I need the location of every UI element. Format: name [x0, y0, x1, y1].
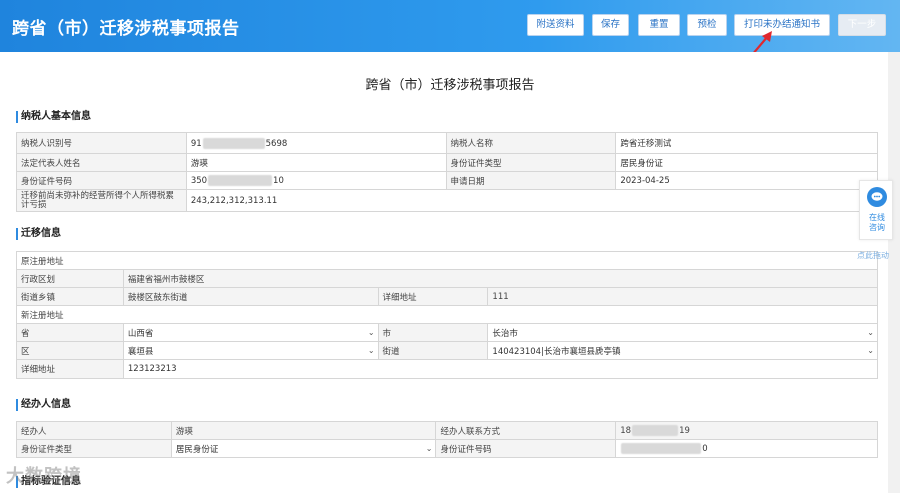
chevron-down-icon: ⌄ [867, 345, 874, 355]
vertical-scrollbar[interactable] [888, 52, 900, 493]
cert-type-value: 居民身份证 [615, 153, 878, 172]
legal-rep-value: 游瑛 [185, 153, 447, 172]
chevron-down-icon: ⌄ [867, 327, 874, 337]
precheck-button[interactable]: 预检 [687, 14, 727, 36]
new-detail-label: 详细地址 [16, 359, 124, 379]
online-consult-label: 在线 咨询 [869, 213, 885, 232]
taxpayer-name-value: 跨省迁移测试 [615, 132, 878, 154]
reset-button[interactable]: 重置 [638, 14, 680, 36]
chevron-down-icon: ⌄ [425, 443, 433, 453]
cert-no-value: 350 10 [185, 171, 447, 190]
agent-contact-label: 经办人联系方式 [435, 421, 617, 440]
agent-cert-no-label: 身份证件号码 [435, 439, 617, 458]
online-consult-widget[interactable]: 在线 咨询 [859, 180, 893, 240]
province-label: 省 [16, 323, 124, 342]
city-label: 市 [377, 323, 489, 342]
district-value: 福建省福州市鼓楼区 [122, 269, 879, 288]
taxpayer-info-table: 纳税人识别号 91 5698 纳税人名称 跨省迁移测试 法定代表人姓名 游瑛 身份… [16, 132, 879, 212]
section-agent-title: 经办人信息 [16, 399, 71, 411]
agent-cert-no-value: 0 [615, 439, 878, 458]
detail-addr-label: 详细地址 [377, 287, 489, 306]
agent-cert-type-label: 身份证件类型 [16, 439, 172, 458]
watermark-logo: 大数跨境 [6, 466, 82, 487]
migration-info-table: 原注册地址 行政区划 福建省福州市鼓楼区 街道乡镇 鼓楼区鼓东街道 详细地址 1… [16, 251, 879, 379]
taxpayer-id-label: 纳税人识别号 [16, 132, 187, 154]
report-title: 跨省（市）迁移涉税事项报告 [365, 78, 535, 93]
section-migration-title: 迁移信息 [16, 228, 61, 240]
chat-bubble-icon [867, 187, 887, 207]
chevron-down-icon: ⌄ [367, 345, 375, 355]
orig-addr-heading: 原注册地址 [16, 251, 878, 270]
district-label: 行政区划 [16, 269, 124, 288]
apply-date-label: 申请日期 [445, 171, 617, 190]
next-step-button[interactable]: 下一步 [838, 14, 886, 36]
taxpayer-name-label: 纳税人名称 [445, 132, 617, 154]
legal-rep-label: 法定代表人姓名 [16, 153, 187, 172]
attach-docs-button[interactable]: 附送资料 [527, 14, 584, 36]
cert-no-label: 身份证件号码 [16, 171, 187, 190]
new-detail-input[interactable]: 123123213 [122, 359, 879, 379]
deficit-value: 243,212,312,313.11 [185, 189, 879, 212]
new-addr-heading: 新注册地址 [16, 305, 878, 324]
province-select[interactable]: 山西省 ⌄ [122, 323, 379, 342]
agent-name-value: 游瑛 [170, 421, 437, 440]
agent-contact-value: 18 19 [615, 421, 878, 440]
agent-name-label: 经办人 [16, 421, 172, 440]
app-title: 跨省（市）迁移涉税事项报告 [12, 19, 240, 39]
detail-addr-value: 111 [487, 287, 878, 306]
chevron-down-icon: ⌄ [367, 327, 375, 337]
new-street-select[interactable]: 140423104|长治市襄垣县虒亭镇 ⌄ [487, 341, 878, 360]
agent-cert-type-select[interactable]: 居民身份证 ⌄ [170, 439, 437, 458]
street-value: 鼓楼区鼓东街道 [122, 287, 379, 306]
county-select[interactable]: 襄垣县 ⌄ [122, 341, 379, 360]
save-button[interactable]: 保存 [592, 14, 629, 36]
section-taxpayer-title: 纳税人基本信息 [16, 111, 91, 123]
county-label: 区 [16, 341, 124, 360]
new-street-label: 街道 [377, 341, 489, 360]
cert-type-label: 身份证件类型 [445, 153, 617, 172]
agent-info-table: 经办人 游瑛 经办人联系方式 18 19 身份证件类型 居民身份证 ⌄ 身份证件号码… [16, 421, 878, 458]
taxpayer-id-value: 91 5698 [185, 132, 447, 154]
city-select[interactable]: 长治市 ⌄ [487, 323, 878, 342]
drag-handle-label[interactable]: 点此拖动 [857, 250, 889, 261]
deficit-label: 迁移前尚未弥补的经营所得个人所得税累计亏损 [16, 189, 187, 212]
apply-date-value: 2023-04-25 [615, 171, 878, 190]
street-label: 街道乡镇 [16, 287, 124, 306]
